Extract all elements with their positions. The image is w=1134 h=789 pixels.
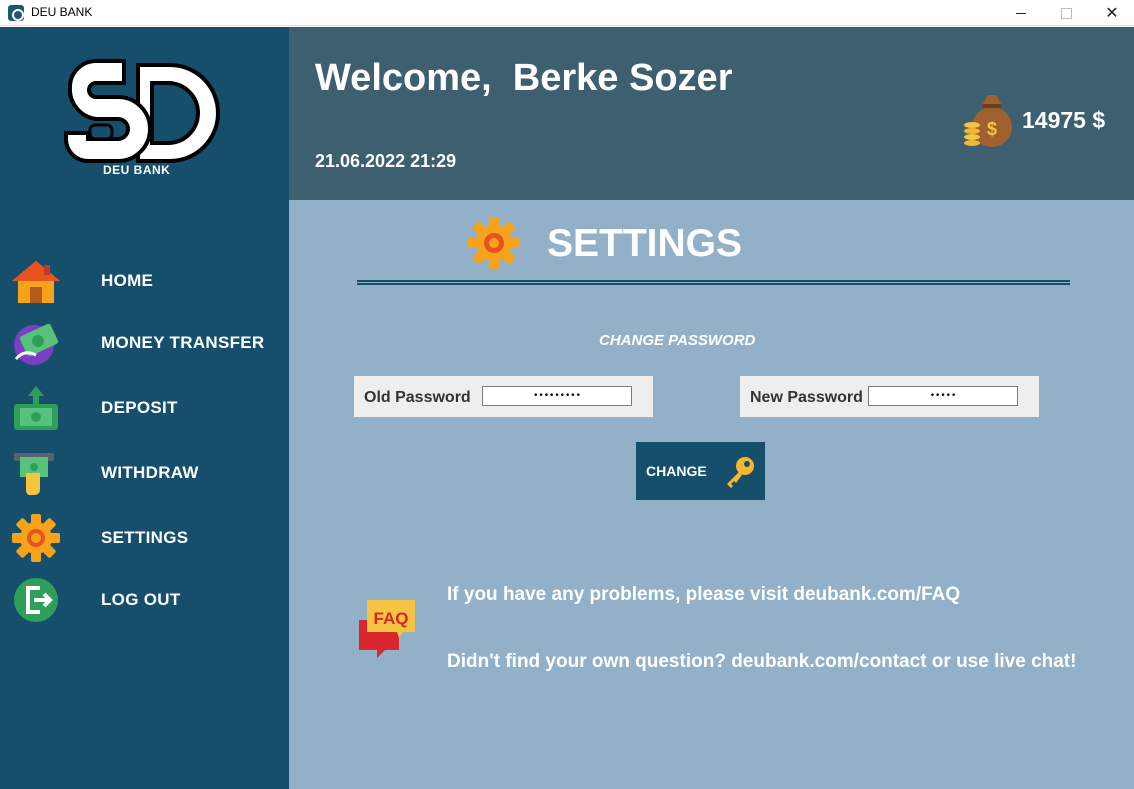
sidebar-item-deposit[interactable]: DEPOSIT	[0, 382, 289, 434]
money-bag-icon: $	[962, 91, 1018, 149]
new-password-label: New Password	[750, 389, 863, 406]
deposit-icon	[10, 384, 62, 432]
faq-badge-text: FAQ	[374, 609, 409, 628]
home-icon	[10, 257, 62, 305]
old-password-group: Old Password	[354, 376, 653, 417]
window-title: DEU BANK	[31, 5, 93, 19]
gear-icon	[10, 514, 62, 562]
logo-text: DEU BANK	[103, 163, 171, 177]
account-balance: 14975 $	[1022, 107, 1106, 133]
new-password-field[interactable]	[868, 386, 1018, 406]
sidebar-item-settings[interactable]: SETTINGS	[0, 512, 289, 564]
gear-icon	[467, 216, 521, 270]
sidebar-item-label: MONEY TRANSFER	[101, 333, 265, 352]
sidebar-item-label: DEPOSIT	[101, 398, 178, 417]
welcome-message: Welcome, Berke Sozer	[315, 57, 733, 99]
money-transfer-icon	[10, 319, 62, 367]
sidebar-item-home[interactable]: HOME	[0, 255, 289, 307]
deu-bank-logo	[60, 57, 220, 217]
sidebar-item-withdraw[interactable]: WITHDRAW	[0, 447, 289, 499]
sidebar-item-logout[interactable]: LOG OUT	[0, 574, 289, 626]
logout-icon	[10, 576, 62, 624]
change-button-label: CHANGE	[646, 463, 707, 479]
old-password-label: Old Password	[364, 389, 471, 406]
key-icon	[721, 454, 757, 490]
window-titlebar: DEU BANK ✕	[0, 0, 1134, 26]
new-password-group: New Password	[740, 376, 1039, 417]
sidebar-item-money-transfer[interactable]: MONEY TRANSFER	[0, 317, 289, 369]
sidebar-item-label: WITHDRAW	[101, 463, 199, 482]
old-password-field[interactable]	[482, 386, 632, 406]
minimize-icon[interactable]	[998, 0, 1044, 26]
header: Welcome, Berke Sozer 21.06.2022 21:29 $ …	[289, 27, 1134, 200]
app-icon	[8, 5, 24, 21]
withdraw-icon	[10, 449, 62, 497]
section-heading: CHANGE PASSWORD	[599, 332, 756, 349]
sidebar-item-label: SETTINGS	[101, 528, 189, 547]
sidebar-item-label: LOG OUT	[101, 590, 181, 609]
title-divider	[357, 280, 1070, 285]
page-title: SETTINGS	[547, 222, 743, 265]
sidebar-item-label: HOME	[101, 271, 154, 290]
faq-help-text: If you have any problems, please visit d…	[447, 584, 961, 605]
close-icon[interactable]: ✕	[1089, 0, 1134, 26]
contact-help-text: Didn't find your own question? deubank.c…	[447, 651, 1077, 672]
svg-text:$: $	[987, 119, 997, 139]
faq-icon: FAQ	[355, 598, 417, 662]
change-password-button[interactable]: CHANGE	[636, 442, 765, 500]
date-time: 21.06.2022 21:29	[315, 151, 457, 171]
settings-panel: SETTINGS CHANGE PASSWORD Old Password Ne…	[289, 200, 1134, 789]
sidebar: DEU BANK HOME MONEY TRANSFER DEPOSIT WIT…	[0, 27, 289, 789]
maximize-icon[interactable]	[1043, 0, 1089, 26]
